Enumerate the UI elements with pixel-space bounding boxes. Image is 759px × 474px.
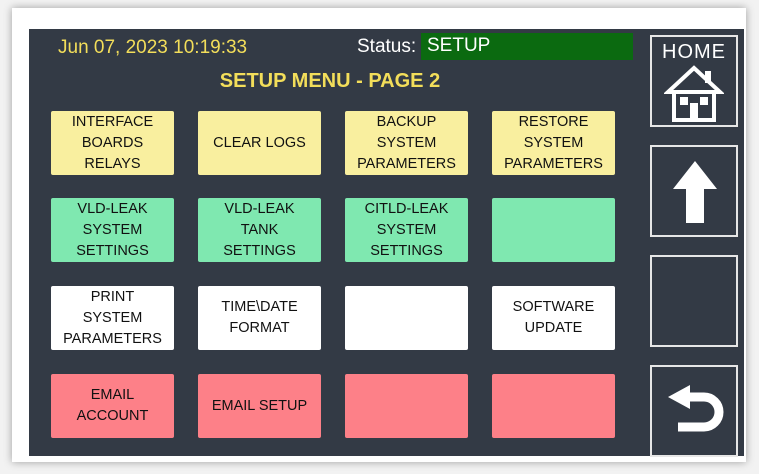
status-label: Status: — [357, 36, 417, 57]
vld-leak-system-settings-button[interactable]: VLD-LEAK SYSTEM SETTINGS — [51, 198, 174, 262]
home-label: HOME — [662, 41, 726, 63]
clear-logs-button[interactable]: CLEAR LOGS — [198, 111, 321, 175]
blank-white-button[interactable] — [345, 286, 468, 350]
home-button[interactable]: HOME — [650, 35, 738, 127]
software-update-button[interactable]: SOFTWARE UPDATE — [492, 286, 615, 350]
scroll-up-button[interactable] — [650, 145, 738, 237]
backup-system-parameters-button[interactable]: BACKUP SYSTEM PARAMETERS — [345, 111, 468, 175]
interface-boards-relays-button[interactable]: INTERFACE BOARDS RELAYS — [51, 111, 174, 175]
print-system-parameters-button[interactable]: PRINT SYSTEM PARAMETERS — [51, 286, 174, 350]
house-icon — [664, 65, 724, 122]
datetime-display: Jun 07, 2023 10:19:33 — [58, 37, 248, 58]
back-button[interactable] — [650, 365, 738, 457]
vld-leak-tank-settings-button[interactable]: VLD-LEAK TANK SETTINGS — [198, 198, 321, 262]
citld-leak-system-settings-button[interactable]: CITLD-LEAK SYSTEM SETTINGS — [345, 198, 468, 262]
email-setup-button[interactable]: EMAIL SETUP — [198, 374, 321, 438]
blank-green-button[interactable] — [492, 198, 615, 262]
email-account-button[interactable]: EMAIL ACCOUNT — [51, 374, 174, 438]
blank-red-button-1[interactable] — [345, 374, 468, 438]
restore-system-parameters-button[interactable]: RESTORE SYSTEM PARAMETERS — [492, 111, 615, 175]
blank-side-button[interactable] — [650, 255, 738, 347]
return-arrow-icon — [668, 385, 724, 432]
arrow-up-icon — [673, 161, 717, 223]
page-title: SETUP MENU - PAGE 2 — [219, 70, 441, 92]
status-value: SETUP — [421, 33, 633, 60]
blank-red-button-2[interactable] — [492, 374, 615, 438]
time-date-format-button[interactable]: TIME\DATE FORMAT — [198, 286, 321, 350]
